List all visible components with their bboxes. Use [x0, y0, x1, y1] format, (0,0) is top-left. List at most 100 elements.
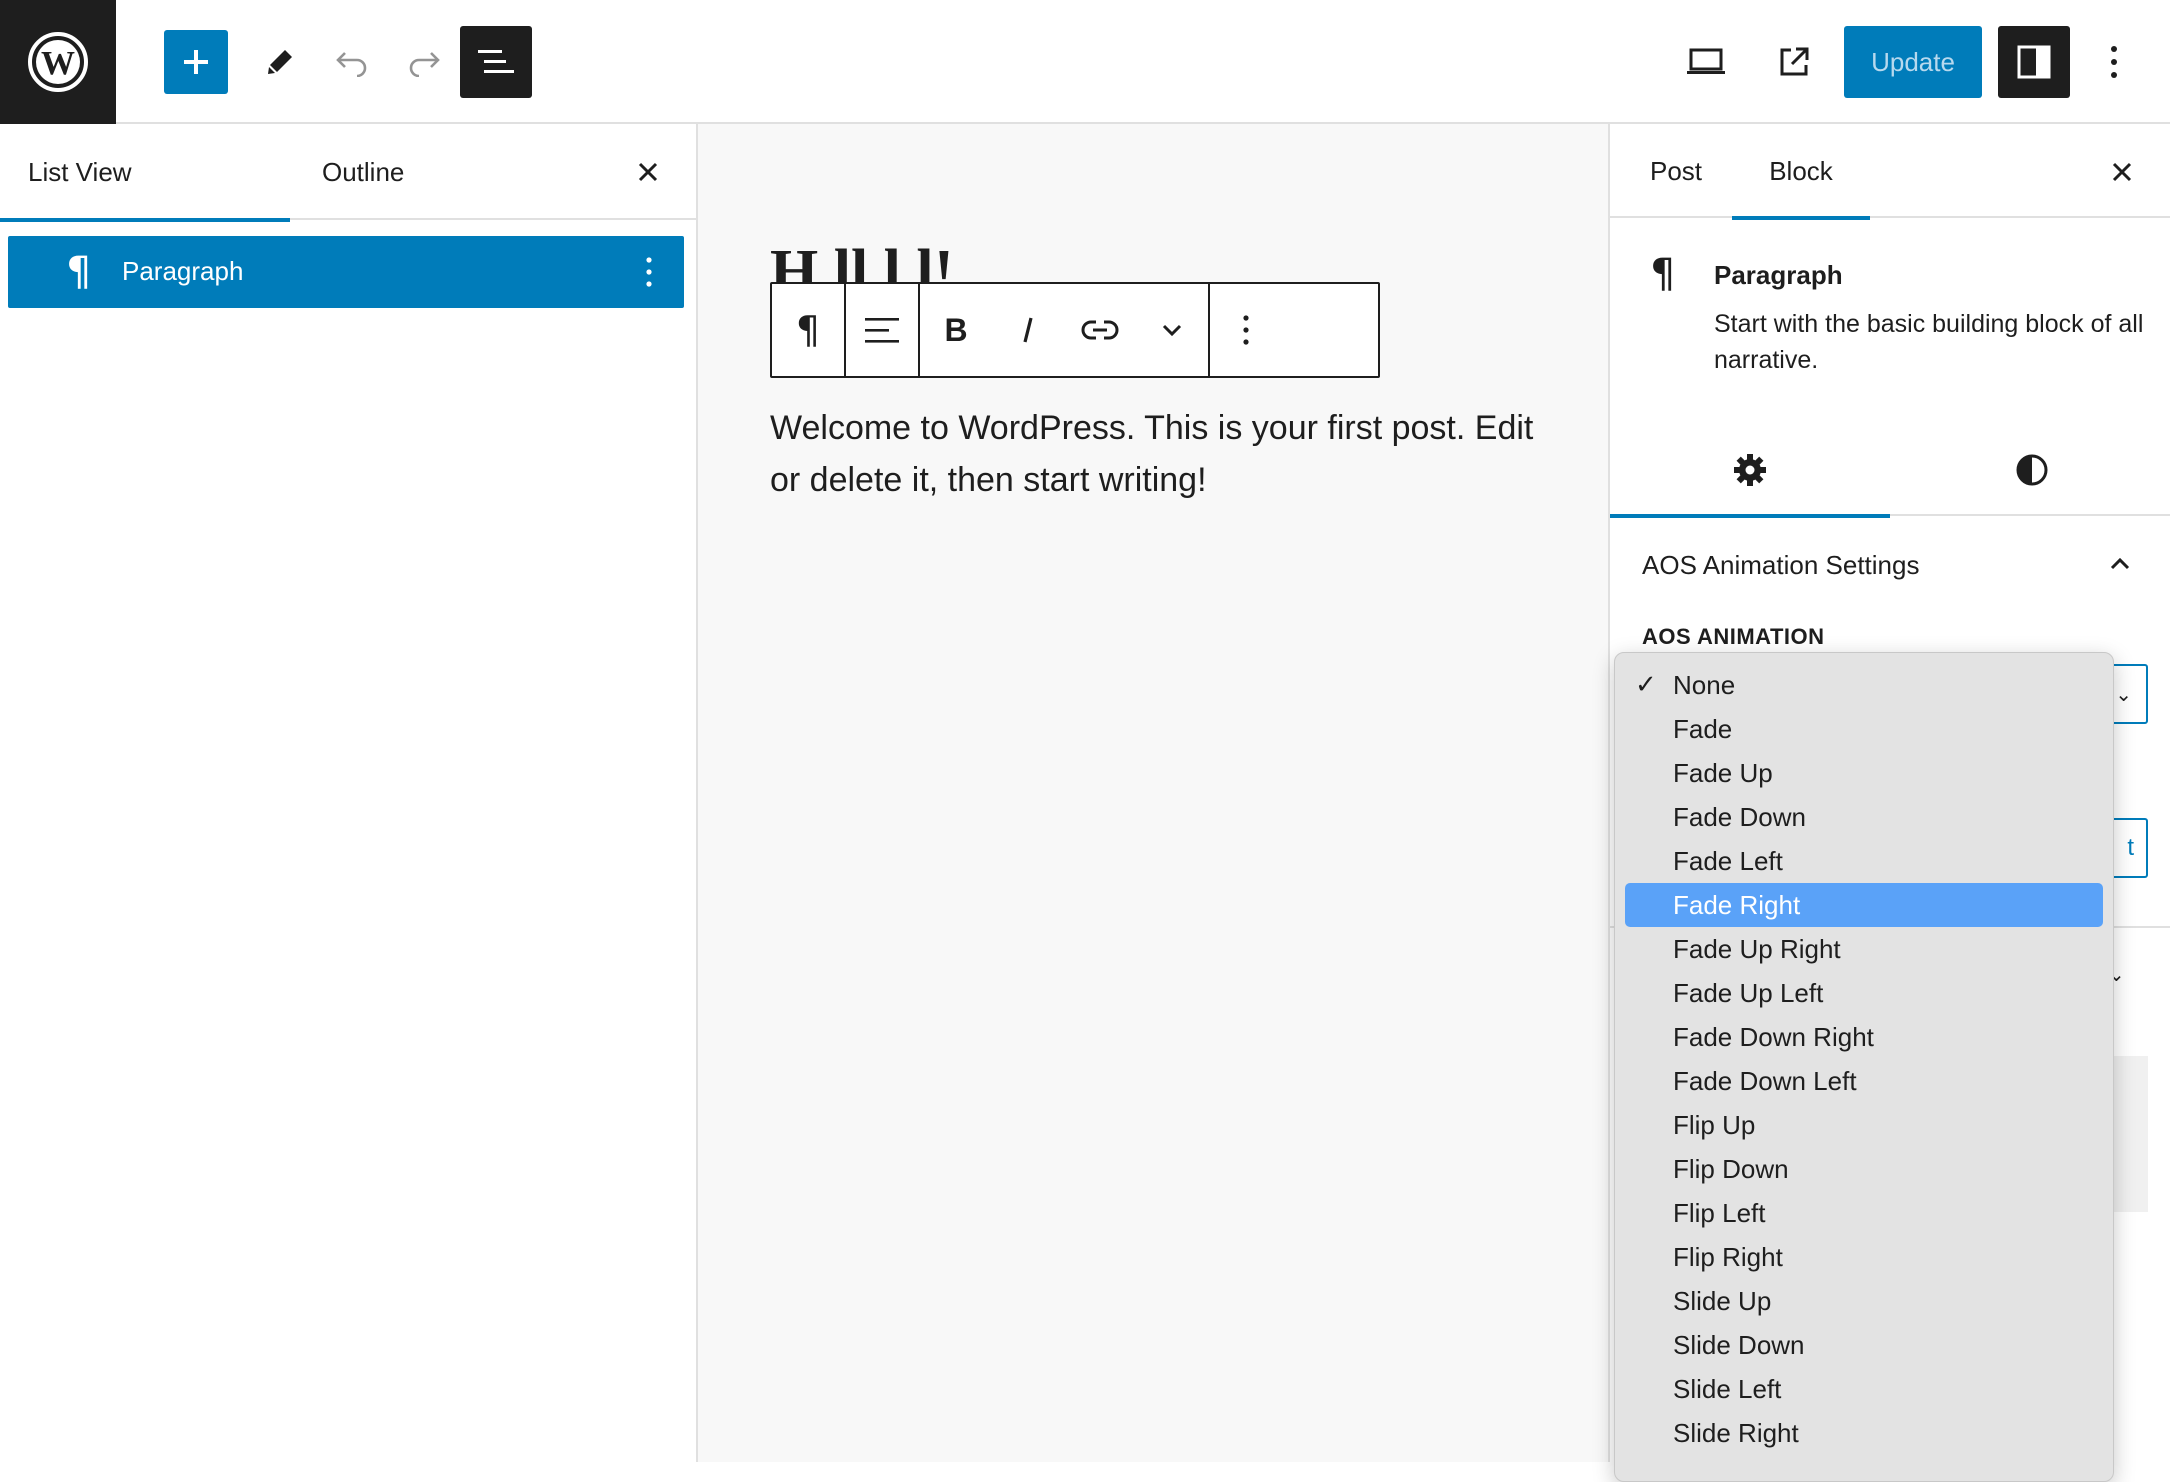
paragraph-icon: ¶	[795, 308, 821, 352]
dropdown-option-label: Flip Up	[1673, 1110, 1756, 1140]
close-list-view-button[interactable]	[624, 148, 672, 196]
redo-button[interactable]	[392, 30, 456, 94]
format-group: B	[920, 284, 1210, 376]
dropdown-option-label: Fade	[1673, 714, 1733, 744]
device-preview-button[interactable]	[1674, 30, 1738, 94]
dropdown-option-label: Fade Down Left	[1673, 1066, 1857, 1096]
sidebar-tabs: Post Block	[1610, 124, 2170, 220]
desktop-icon	[1687, 48, 1725, 74]
tab-styles[interactable]	[1892, 424, 2170, 516]
redo-icon	[409, 52, 440, 77]
aos-animation-label: AOS ANIMATION	[1642, 624, 1825, 649]
dropdown-option[interactable]: Fade Left	[1625, 839, 2103, 883]
gear-icon	[1734, 454, 1766, 486]
dropdown-option[interactable]: Slide Up	[1625, 1279, 2103, 1323]
dropdown-option[interactable]: Slide Right	[1625, 1411, 2103, 1455]
chevron-up-icon[interactable]	[2100, 544, 2140, 584]
dropdown-option[interactable]: Slide Left	[1625, 1367, 2103, 1411]
settings-toggle-button[interactable]	[1998, 26, 2070, 98]
close-settings-button[interactable]	[2098, 148, 2146, 196]
dropdown-option[interactable]: Flip Left	[1625, 1191, 2103, 1235]
dropdown-option[interactable]: Fade Up	[1625, 751, 2103, 795]
link-icon	[1081, 320, 1119, 340]
dropdown-option[interactable]: Fade Down Right	[1625, 1015, 2103, 1059]
wordpress-logo-icon[interactable]: W	[0, 0, 116, 124]
tools-button[interactable]	[248, 30, 312, 94]
dropdown-option[interactable]: Fade Up Left	[1625, 971, 2103, 1015]
more-vertical-icon	[646, 257, 652, 287]
plus-icon	[184, 50, 208, 74]
add-block-button[interactable]	[164, 30, 228, 94]
block-options-group	[1210, 284, 1282, 376]
styles-contrast-icon	[2016, 454, 2048, 486]
options-menu-button[interactable]	[2086, 30, 2142, 94]
aos-panel-title: AOS Animation Settings	[1642, 550, 1920, 580]
more-vertical-icon	[1243, 315, 1249, 345]
list-view-panel: List View Outline ¶ Paragraph	[0, 124, 698, 1462]
dropdown-option-label: Slide Left	[1673, 1374, 1782, 1404]
block-toolbar: ¶ B	[770, 282, 1380, 378]
dropdown-option[interactable]: Fade	[1625, 707, 2103, 751]
dropdown-option-label: Fade Up Right	[1673, 934, 1841, 964]
chevron-down-icon: ⌄	[2115, 684, 2132, 706]
block-card-title: Paragraph	[1714, 260, 1843, 290]
block-options-button[interactable]	[634, 250, 664, 294]
dropdown-option-label: Fade Right	[1673, 890, 1801, 920]
italic-button[interactable]	[992, 284, 1064, 376]
link-button[interactable]	[1064, 284, 1136, 376]
tab-outline[interactable]: Outline	[322, 124, 522, 220]
pencil-icon	[268, 50, 292, 74]
editor-canvas: H ll l l! ¶ B Welcome to WordPress. This…	[698, 124, 1608, 1462]
field-text-fragment: t	[2127, 834, 2134, 861]
align-text-button[interactable]	[846, 284, 918, 376]
sidebar-icon	[2017, 45, 2051, 79]
tab-list-view[interactable]: List View	[0, 124, 290, 222]
align-left-icon	[865, 318, 899, 343]
list-view-toggle-button[interactable]	[460, 26, 532, 98]
block-card-description: Start with the basic building block of a…	[1714, 310, 2144, 374]
dropdown-option[interactable]: Fade Down	[1625, 795, 2103, 839]
block-options-button[interactable]	[1210, 284, 1282, 376]
list-view-row-paragraph[interactable]: ¶ Paragraph	[8, 236, 684, 308]
tab-post[interactable]: Post	[1626, 124, 1726, 218]
dropdown-option[interactable]: ✓ None	[1625, 663, 2103, 707]
dropdown-option[interactable]: Flip Up	[1625, 1103, 2103, 1147]
dropdown-option-label: Fade Down	[1673, 802, 1806, 832]
dropdown-option[interactable]: Fade Right	[1625, 883, 2103, 927]
svg-text:W: W	[41, 45, 75, 82]
block-switcher-group: ¶	[772, 284, 846, 376]
update-button[interactable]: Update	[1844, 26, 1982, 98]
checkmark-icon: ✓	[1635, 670, 1657, 700]
dropdown-option-label: Flip Right	[1673, 1242, 1783, 1272]
dropdown-option-label: Slide Right	[1673, 1418, 1799, 1448]
close-icon	[2112, 162, 2132, 182]
dropdown-option[interactable]: Flip Down	[1625, 1147, 2103, 1191]
dropdown-option[interactable]: Flip Right	[1625, 1235, 2103, 1279]
dropdown-option-label: Flip Down	[1673, 1154, 1789, 1184]
dropdown-option-label: Fade Up Left	[1673, 978, 1824, 1008]
block-type-button[interactable]: ¶	[772, 284, 844, 376]
dropdown-option-label: Fade Left	[1673, 846, 1783, 876]
list-view-icon	[478, 50, 514, 73]
dropdown-option-label: None	[1673, 670, 1736, 700]
svg-text:B: B	[944, 315, 967, 345]
bold-button[interactable]: B	[920, 284, 992, 376]
paragraph-icon: ¶	[66, 249, 92, 295]
paragraph-block[interactable]: Welcome to WordPress. This is your first…	[770, 402, 1550, 506]
aos-animation-dropdown-list: ✓ None Fade Fade Up Fade Down Fade Left Fade R…	[1614, 652, 2114, 1482]
aos-settings-panel-header[interactable]: AOS Animation Settings	[1610, 518, 2170, 612]
tab-settings[interactable]	[1610, 424, 1890, 518]
paragraph-icon: ¶	[1650, 251, 1676, 297]
more-formats-button[interactable]	[1136, 284, 1208, 376]
dropdown-option-label: Slide Up	[1673, 1286, 1772, 1316]
dropdown-option[interactable]: Slide Down	[1625, 1323, 2103, 1367]
align-group	[846, 284, 920, 376]
dropdown-option-label: Slide Down	[1673, 1330, 1805, 1360]
undo-button[interactable]	[320, 30, 384, 94]
block-inspector-tabs	[1610, 424, 2170, 518]
dropdown-option[interactable]: Fade Up Right	[1625, 927, 2103, 971]
view-post-button[interactable]	[1762, 30, 1826, 94]
dropdown-option[interactable]: Fade Down Left	[1625, 1059, 2103, 1103]
tab-block[interactable]: Block	[1732, 124, 1870, 220]
chevron-down-icon	[1162, 324, 1182, 337]
